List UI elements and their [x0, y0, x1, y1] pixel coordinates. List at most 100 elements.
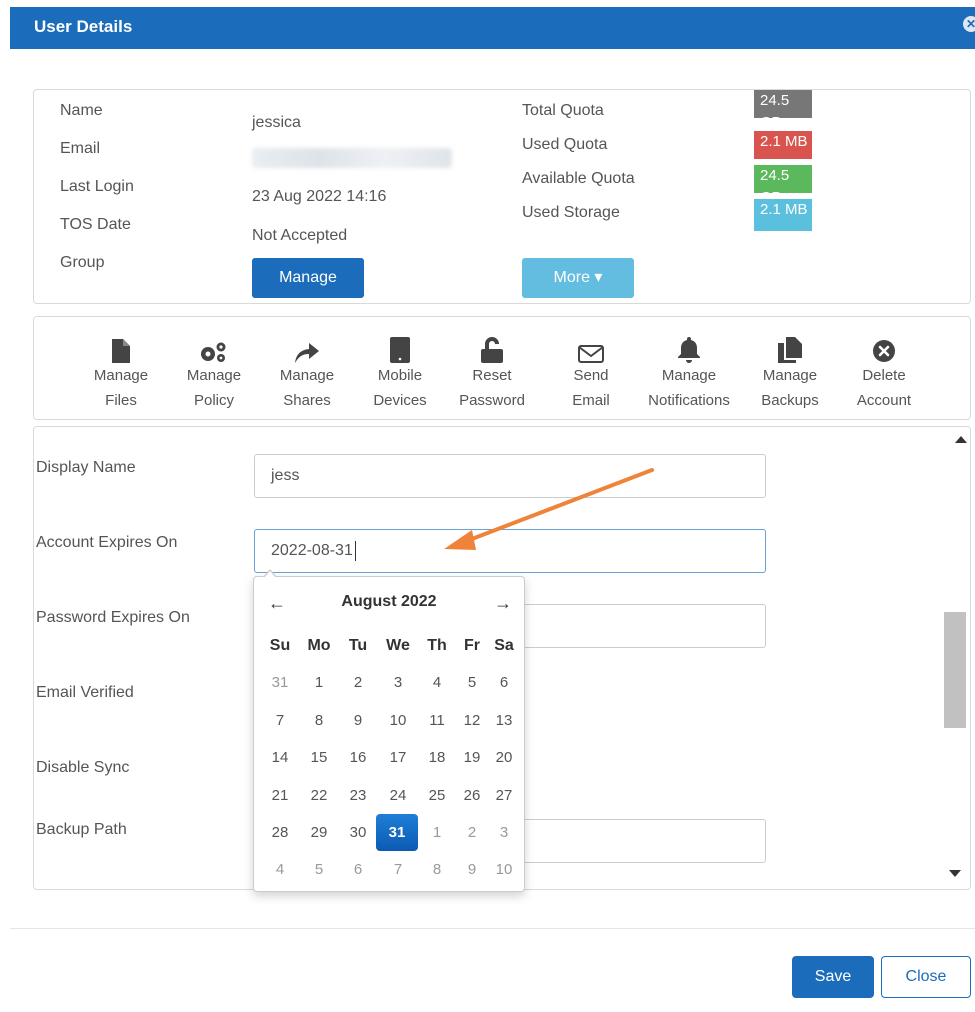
used-storage-badge: 2.1 MB: [754, 199, 812, 231]
calendar-day[interactable]: 18: [418, 739, 456, 776]
action-line1: Manage: [279, 367, 335, 384]
used-quota-badge: 2.1 MB: [754, 131, 812, 159]
scrollbar-thumb[interactable]: [944, 612, 966, 728]
manage-group-button[interactable]: Manage: [252, 258, 364, 298]
calendar-day[interactable]: 19: [456, 739, 488, 776]
calendar-day[interactable]: 9: [338, 702, 378, 739]
calendar-day[interactable]: 21: [260, 777, 300, 814]
calendar-day[interactable]: 8: [418, 851, 456, 888]
action-line1: Delete: [862, 367, 906, 384]
calendar-day[interactable]: 4: [418, 664, 456, 701]
calendar-day[interactable]: 29: [300, 814, 338, 851]
close-icon[interactable]: ✕: [963, 16, 975, 32]
calendar-day[interactable]: 10: [488, 851, 520, 888]
calendar-day[interactable]: 3: [488, 814, 520, 851]
gears-icon: [181, 329, 247, 363]
next-month-arrow-icon[interactable]: →: [494, 593, 512, 614]
calendar-day[interactable]: 2: [456, 814, 488, 851]
weekday-header: Fr: [464, 637, 480, 654]
action-line1: Reset: [472, 367, 512, 384]
calendar-day[interactable]: 5: [456, 664, 488, 701]
send-email-action[interactable]: Send Email: [558, 329, 624, 413]
weekday-header: Tu: [348, 637, 368, 654]
action-line2: Notifications: [648, 392, 730, 409]
reset-password-action[interactable]: Reset Password: [452, 329, 532, 413]
weekday-header: Mo: [307, 637, 331, 654]
calendar-day[interactable]: 6: [488, 664, 520, 701]
used-storage-label: Used Storage: [522, 204, 620, 221]
calendar-day[interactable]: 11: [418, 702, 456, 739]
actions-toolbar: Manage Files Manage Policy Manage Shares Mo…: [33, 316, 971, 420]
dialog-titlebar: User Details ✕: [10, 7, 975, 49]
close-button[interactable]: Close: [881, 956, 971, 998]
calendar-day[interactable]: 24: [378, 777, 418, 814]
file-icon: [89, 329, 153, 363]
calendar-day[interactable]: 20: [488, 739, 520, 776]
calendar-day[interactable]: 15: [300, 739, 338, 776]
dialog-title: User Details: [34, 17, 133, 36]
calendar-day[interactable]: 9: [456, 851, 488, 888]
calendar-day[interactable]: 22: [300, 777, 338, 814]
calendar-day[interactable]: 12: [456, 702, 488, 739]
calendar-day[interactable]: 2: [338, 664, 378, 701]
last-login-label: Last Login: [60, 178, 134, 195]
calendar-day[interactable]: 10: [378, 702, 418, 739]
calendar-day[interactable]: 13: [488, 702, 520, 739]
calendar-day[interactable]: 1: [300, 664, 338, 701]
used-quota-label: Used Quota: [522, 136, 608, 153]
datepicker-month-label[interactable]: August 2022: [254, 593, 524, 611]
action-line2: Account: [856, 392, 912, 409]
total-quota-label: Total Quota: [522, 102, 604, 119]
calendar-day[interactable]: 28: [260, 814, 300, 851]
calendar-day[interactable]: 3: [378, 664, 418, 701]
email-label: Email: [60, 140, 101, 157]
name-value: jessica: [252, 114, 301, 131]
calendar-day-selected[interactable]: 31: [376, 813, 418, 851]
more-dropdown-button[interactable]: More ▾: [522, 258, 634, 298]
calendar-day[interactable]: 4: [260, 851, 300, 888]
prev-month-arrow-icon[interactable]: ←: [268, 593, 286, 614]
manage-notifications-action[interactable]: Manage Notifications: [634, 329, 744, 413]
calendar-day[interactable]: 16: [338, 739, 378, 776]
calendar-day[interactable]: 31: [260, 664, 300, 701]
footer-divider: [10, 928, 975, 929]
manage-policy-action[interactable]: Manage Policy: [181, 329, 247, 413]
delete-account-action[interactable]: Delete Account: [849, 329, 919, 413]
weekday-header: Th: [427, 637, 447, 654]
save-button[interactable]: Save: [792, 956, 874, 998]
scroll-down-arrow[interactable]: [949, 870, 961, 877]
calendar-day[interactable]: 6: [338, 851, 378, 888]
account-expires-value: 2022-08-31: [271, 542, 353, 559]
manage-shares-action[interactable]: Manage Shares: [274, 329, 340, 413]
calendar-day[interactable]: 7: [260, 702, 300, 739]
manage-backups-action[interactable]: Manage Backups: [752, 329, 828, 413]
calendar-day[interactable]: 23: [338, 777, 378, 814]
calendar-day[interactable]: 14: [260, 739, 300, 776]
last-login-value: 23 Aug 2022 14:16: [252, 188, 387, 205]
copy-icon: [752, 329, 828, 363]
calendar-day[interactable]: 5: [300, 851, 338, 888]
calendar-day[interactable]: 7: [378, 851, 418, 888]
scroll-up-arrow[interactable]: [955, 436, 967, 443]
available-quota-label: Available Quota: [522, 170, 635, 187]
group-label: Group: [60, 254, 105, 271]
calendar-day[interactable]: 8: [300, 702, 338, 739]
action-line2: Email: [572, 392, 610, 409]
calendar-day[interactable]: 27: [488, 777, 520, 814]
times-circle-icon: [849, 329, 919, 363]
calendar-day[interactable]: 25: [418, 777, 456, 814]
action-line2: Password: [459, 392, 525, 409]
mobile-devices-action[interactable]: Mobile Devices: [367, 329, 433, 413]
weekday-header: Sa: [494, 637, 514, 654]
password-expires-label: Password Expires On: [36, 609, 190, 626]
calendar-day[interactable]: 1: [418, 814, 456, 851]
display-name-label: Display Name: [36, 459, 136, 476]
calendar-day[interactable]: 17: [378, 739, 418, 776]
action-line1: Send: [573, 367, 609, 384]
calendar-day[interactable]: 30: [338, 814, 378, 851]
manage-files-action[interactable]: Manage Files: [89, 329, 153, 413]
action-line1: Manage: [762, 367, 818, 384]
calendar-day[interactable]: 26: [456, 777, 488, 814]
action-line2: Shares: [283, 392, 331, 409]
action-line1: Manage: [93, 367, 149, 384]
